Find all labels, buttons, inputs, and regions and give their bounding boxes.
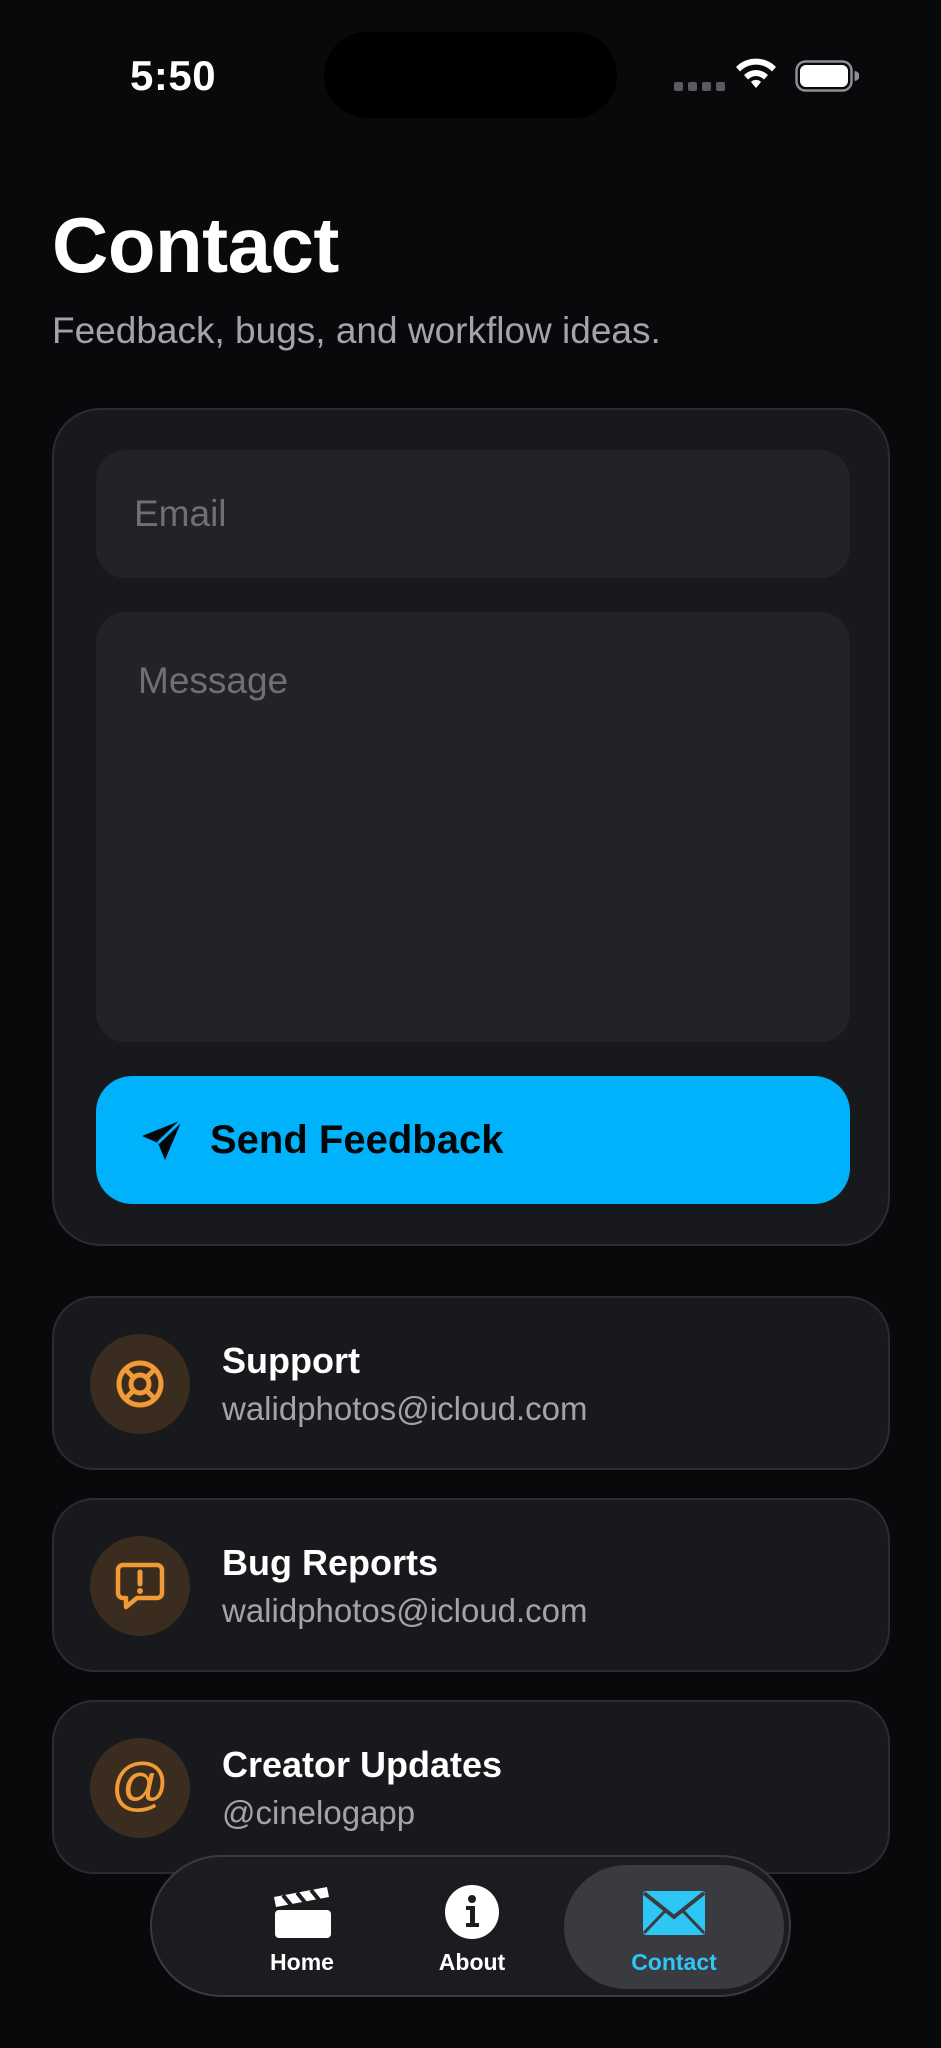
contact-icon-badge: [90, 1334, 190, 1434]
contact-detail: @cinelogapp: [222, 1794, 416, 1831]
exclamation-bubble-icon: [115, 1562, 165, 1610]
contact-title: Bug Reports: [222, 1542, 438, 1583]
send-feedback-button[interactable]: Send Feedback: [96, 1076, 850, 1204]
info-circle-icon: [445, 1885, 499, 1939]
contact-card-creator-updates[interactable]: @ Creator Updates @cinelogapp: [52, 1700, 890, 1874]
email-field[interactable]: [96, 450, 850, 578]
contact-card-support[interactable]: Support walidphotos@icloud.com: [52, 1296, 890, 1470]
send-feedback-label: Send Feedback: [210, 1117, 504, 1162]
page-subtitle: Feedback, bugs, and workflow ideas.: [52, 310, 661, 351]
contact-detail: walidphotos@icloud.com: [222, 1592, 588, 1629]
tab-label: About: [438, 1949, 506, 1975]
contact-icon-badge: @: [90, 1738, 190, 1838]
page-title: Contact: [52, 201, 339, 289]
status-time: 5:50: [130, 52, 217, 99]
tab-label: Contact: [631, 1949, 717, 1975]
status-bar: 5:50: [0, 0, 941, 150]
tab-about[interactable]: About: [362, 1865, 582, 1989]
tab-contact[interactable]: Contact: [564, 1865, 784, 1989]
wifi-icon: [736, 58, 776, 88]
at-sign-icon: @: [110, 1752, 170, 1817]
tab-bar: Home About Contact: [150, 1855, 791, 1997]
cellular-signal-icon: [674, 82, 725, 91]
dynamic-island: [324, 32, 617, 118]
contact-title: Support: [222, 1340, 360, 1381]
clapperboard-icon: [274, 1887, 331, 1938]
lifebuoy-icon: [116, 1360, 164, 1408]
contact-icon-badge: [90, 1536, 190, 1636]
envelope-icon: [642, 1891, 706, 1935]
contact-detail: walidphotos@icloud.com: [222, 1390, 588, 1427]
battery-icon: [795, 60, 859, 92]
paperplane-icon: [142, 1118, 184, 1160]
message-field[interactable]: [96, 612, 850, 1042]
contact-card-bug-reports[interactable]: Bug Reports walidphotos@icloud.com: [52, 1498, 890, 1672]
feedback-form-card: Send Feedback: [52, 408, 890, 1246]
contact-title: Creator Updates: [222, 1744, 503, 1785]
